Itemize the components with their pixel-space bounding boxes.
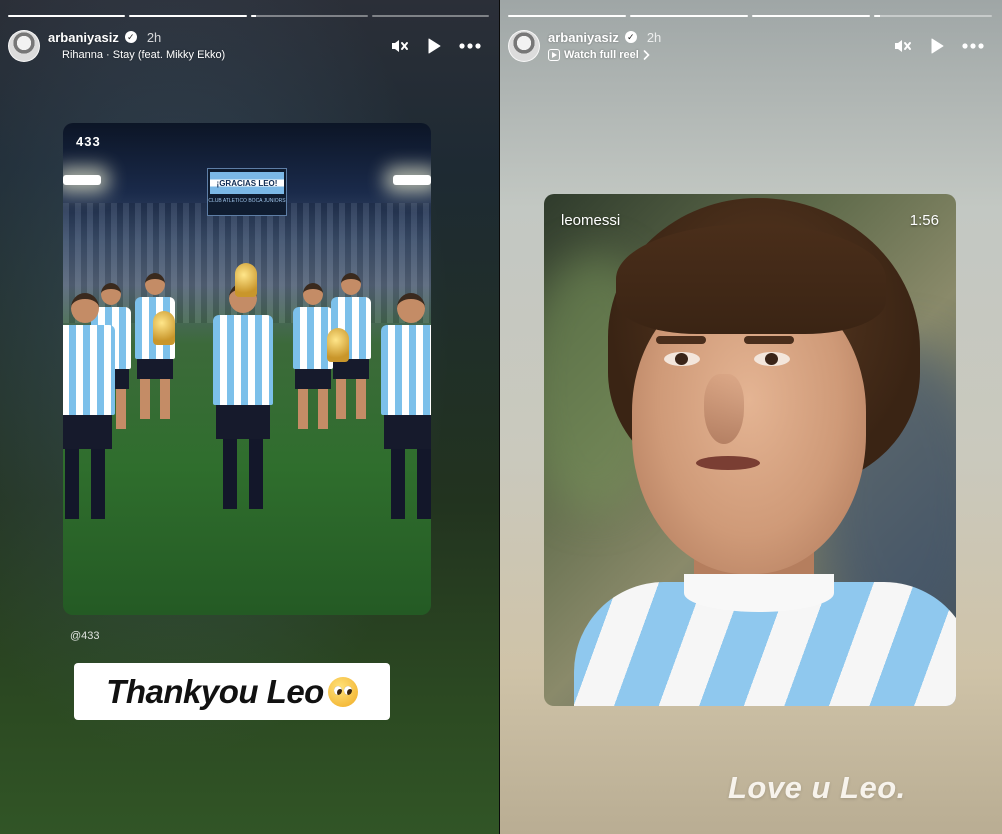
verified-badge-icon: ✓	[624, 31, 637, 43]
floodlight	[393, 175, 431, 185]
timestamp: 2h	[146, 29, 162, 45]
eye	[754, 352, 790, 366]
more-options-icon[interactable]	[459, 36, 481, 56]
progress-fill	[250, 15, 257, 17]
story-controls	[389, 36, 481, 56]
progress-segment	[250, 15, 368, 17]
messi-tribute-poster: 433 ¡GRACIAS LEO! CLUB ATLETICO BOCA JUN…	[63, 123, 431, 615]
story-header: arbaniyasiz ✓ 2h Rihanna · Stay (feat. M…	[8, 28, 481, 64]
progress-fill	[129, 15, 247, 17]
mouth	[696, 456, 760, 470]
verified-badge-icon: ✓	[124, 31, 137, 43]
player-figure	[63, 293, 115, 519]
pleading-face-emoji	[327, 676, 358, 707]
progress-segment	[371, 15, 489, 17]
messi-figure	[213, 283, 273, 509]
trophy	[235, 263, 257, 297]
shared-reel-card[interactable]: leomessi 1:56	[544, 194, 956, 706]
username[interactable]: arbaniyasiz	[548, 30, 619, 45]
more-options-icon[interactable]	[962, 36, 984, 56]
caption-text: Love u Leo.	[728, 770, 906, 805]
poster-logo: 433	[76, 134, 101, 149]
scoreboard: ¡GRACIAS LEO! CLUB ATLETICO BOCA JUNIORS	[207, 168, 287, 216]
story-meta: arbaniyasiz ✓ 2h Rihanna · Stay (feat. M…	[48, 29, 225, 62]
story-right[interactable]: arbaniyasiz ✓ 2h Watch full reel leomess…	[500, 0, 1002, 834]
timestamp: 2h	[646, 29, 662, 45]
progress-segment	[874, 15, 992, 17]
eyebrow	[656, 336, 706, 344]
play-icon[interactable]	[930, 36, 944, 56]
progress-segment	[129, 15, 247, 17]
muted-speaker-icon[interactable]	[892, 36, 912, 56]
muted-speaker-icon[interactable]	[389, 36, 409, 56]
progress-segment	[508, 15, 626, 17]
progress-segment	[752, 15, 870, 17]
eyebrow	[744, 336, 794, 344]
nose	[704, 374, 744, 444]
story-controls	[892, 36, 984, 56]
music-track[interactable]: Rihanna · Stay (feat. Mikky Ekko)	[62, 49, 225, 61]
caption-sticker: Thankyou Leo	[74, 663, 390, 720]
story-header: arbaniyasiz ✓ 2h Watch full reel	[508, 28, 984, 64]
floodlight	[63, 175, 101, 185]
poster-credit[interactable]: @433	[70, 630, 100, 642]
meta-line: arbaniyasiz ✓ 2h	[48, 29, 225, 45]
story-left[interactable]: arbaniyasiz ✓ 2h Rihanna · Stay (feat. M…	[0, 0, 499, 834]
avatar[interactable]	[508, 30, 540, 62]
progress-bar	[508, 15, 992, 17]
reel-icon	[548, 49, 560, 61]
scoreboard-subtitle: CLUB ATLETICO BOCA JUNIORS	[208, 198, 286, 204]
watch-full-reel-link[interactable]: Watch full reel	[548, 49, 661, 61]
eye	[664, 352, 700, 366]
username[interactable]: arbaniyasiz	[48, 30, 119, 45]
play-icon[interactable]	[427, 36, 441, 56]
trophy	[153, 311, 175, 345]
trophy	[327, 328, 349, 362]
player-fringe	[616, 224, 886, 334]
chevron-right-icon	[643, 50, 650, 60]
music-info[interactable]: Rihanna · Stay (feat. Mikky Ekko)	[48, 49, 225, 61]
reel-duration: 1:56	[909, 212, 939, 229]
player-figure	[381, 293, 431, 519]
avatar[interactable]	[8, 30, 40, 62]
watch-full-reel-label[interactable]: Watch full reel	[564, 49, 639, 61]
progress-fill	[630, 15, 748, 17]
meta-line: arbaniyasiz ✓ 2h	[548, 29, 661, 45]
progress-fill	[874, 15, 880, 17]
progress-fill	[508, 15, 626, 17]
progress-segment	[8, 15, 126, 17]
caption-text: Thankyou Leo	[106, 672, 324, 710]
player-figure	[135, 273, 175, 419]
progress-segment	[630, 15, 748, 17]
story-meta: arbaniyasiz ✓ 2h Watch full reel	[548, 29, 661, 61]
scoreboard-title: ¡GRACIAS LEO!	[210, 172, 284, 194]
jersey-collar	[684, 574, 834, 612]
reel-account-name[interactable]: leomessi	[561, 212, 620, 229]
progress-fill	[8, 15, 126, 17]
progress-fill	[752, 15, 870, 17]
progress-bar	[8, 15, 489, 17]
